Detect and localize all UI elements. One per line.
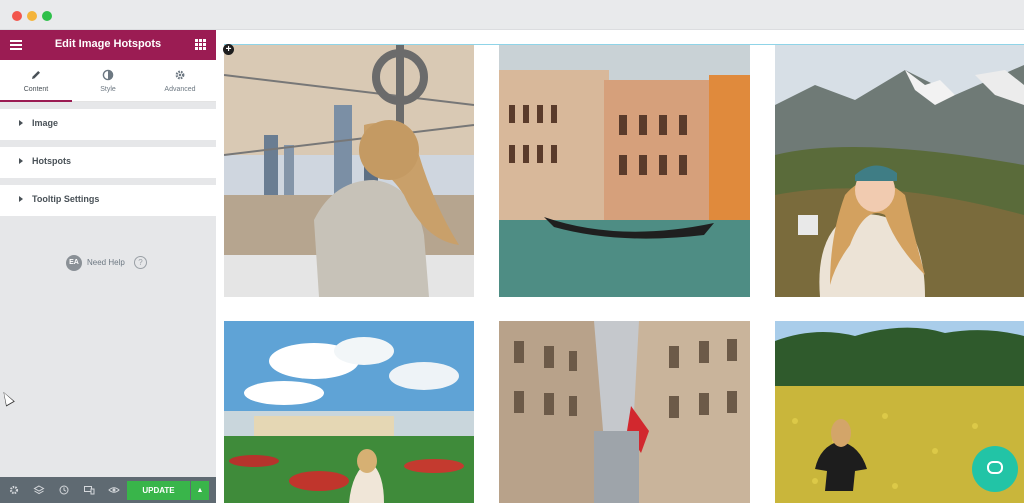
caret-right-icon xyxy=(19,120,23,126)
photo-image xyxy=(499,321,750,503)
gallery-photo-3[interactable] xyxy=(775,45,1024,297)
need-help-label: Need Help xyxy=(87,258,125,267)
chevron-up-icon[interactable]: ▲ xyxy=(191,481,209,500)
tab-advanced-label: Advanced xyxy=(164,86,196,93)
pencil-icon xyxy=(32,71,40,79)
history-icon[interactable] xyxy=(58,484,70,496)
section-hotspots[interactable]: Hotspots xyxy=(0,147,216,178)
tab-advanced[interactable]: Advanced xyxy=(144,60,216,102)
section-image-title: Image xyxy=(32,118,59,128)
window-minimize-button[interactable] xyxy=(27,11,37,21)
ea-logo-badge: EA xyxy=(66,255,82,271)
settings-icon[interactable] xyxy=(8,484,20,496)
responsive-icon[interactable] xyxy=(83,484,95,496)
editor-panel: Edit Image Hotspots Content Style Advanc… xyxy=(0,30,216,503)
section-tooltip-settings[interactable]: Tooltip Settings xyxy=(0,185,216,216)
panel-footer: UPDATE ▲ xyxy=(0,477,216,503)
photo-image xyxy=(224,45,474,297)
caret-right-icon xyxy=(19,196,23,202)
half-circle-icon xyxy=(102,69,114,81)
gear-icon xyxy=(175,70,185,80)
photo-image xyxy=(775,45,1024,297)
gallery-photo-5[interactable] xyxy=(499,321,750,503)
apps-grid-icon[interactable] xyxy=(195,39,206,50)
chat-widget-button[interactable] xyxy=(972,446,1018,492)
panel-tabs: Content Style Advanced xyxy=(0,60,216,102)
photo-image xyxy=(499,45,750,297)
gallery-photo-1[interactable] xyxy=(224,45,474,297)
window-close-button[interactable] xyxy=(12,11,22,21)
tab-style-label: Style xyxy=(100,86,116,93)
caret-right-icon xyxy=(19,158,23,164)
tab-content[interactable]: Content xyxy=(0,60,72,102)
photo-image xyxy=(224,321,474,503)
chat-bubble-icon xyxy=(987,461,1003,474)
add-element-plus-icon[interactable]: + xyxy=(223,44,234,55)
gallery-photo-2[interactable] xyxy=(499,45,750,297)
layers-icon[interactable] xyxy=(33,484,45,496)
tab-style[interactable]: Style xyxy=(72,60,144,102)
preview-eye-icon[interactable] xyxy=(108,484,120,496)
panel-header: Edit Image Hotspots xyxy=(0,30,216,60)
gallery-photo-4[interactable] xyxy=(224,321,474,503)
section-image[interactable]: Image xyxy=(0,109,216,140)
section-hotspots-title: Hotspots xyxy=(32,156,71,166)
window-titlebar xyxy=(0,0,1024,30)
window-zoom-button[interactable] xyxy=(42,11,52,21)
tab-content-label: Content xyxy=(23,86,49,93)
update-button[interactable]: UPDATE xyxy=(127,481,190,500)
section-tooltip-settings-title: Tooltip Settings xyxy=(32,194,100,204)
panel-title: Edit Image Hotspots xyxy=(54,38,162,50)
question-icon: ? xyxy=(134,256,147,269)
